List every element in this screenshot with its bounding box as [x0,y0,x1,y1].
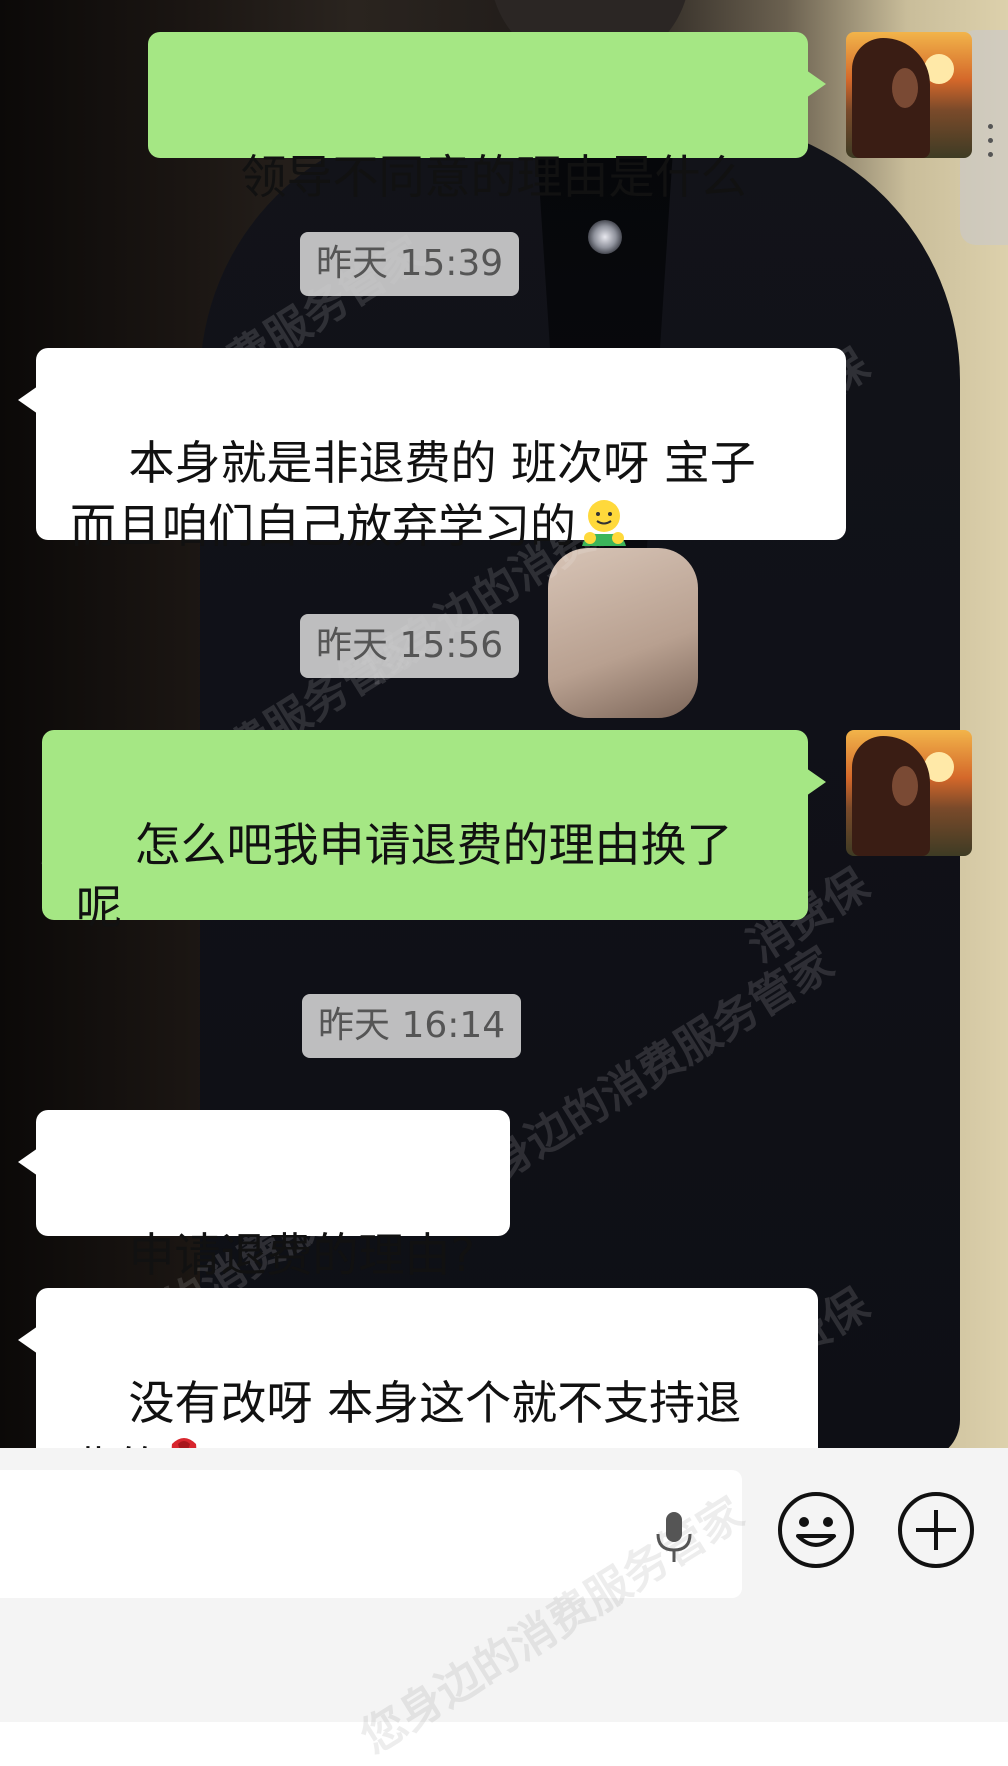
avatar[interactable] [846,32,972,158]
avatar[interactable] [846,730,972,856]
hugging-face-emoji [576,494,632,565]
plus-circle-icon[interactable] [896,1490,976,1570]
timestamp: 昨天 16:14 [302,994,522,1058]
background-brooch [588,220,622,254]
message-input[interactable]: 您身边的消费服务管家 [0,1470,752,1764]
message-bubble-incoming[interactable]: 申请退费的理由? [18,1110,510,1282]
input-bar: 您身边的消费服务管家 [0,1448,1008,1764]
message-text: 领导不同意的理由是什么 [240,150,747,204]
chat-background: 您身边的消费服务管家 您身边的消费服务管家 您身边的消费服务管家 您身边的消费服… [0,0,1008,1448]
timestamp: 昨天 15:39 [300,232,520,296]
message-bubble-incoming[interactable]: 没有改呀 本身这个就不支持退 费的 [18,1288,818,1448]
smiley-icon[interactable] [776,1490,856,1570]
message-text: 本身就是非退费的 班次呀 宝子 而且咱们自己放弃学习的 [70,436,756,553]
message-bubble-outgoing[interactable]: 怎么吧我申请退费的理由换了 呢 [42,730,826,934]
message-bubble-outgoing[interactable]: 领导不同意的理由是什么 [148,32,826,204]
background-hands [548,548,698,718]
rose-emoji [162,1434,206,1448]
message-text: 怎么吧我申请退费的理由换了 呢 [76,818,733,934]
message-text: 申请退费的理由? [128,1228,475,1282]
timestamp: 昨天 15:56 [300,614,520,678]
message-bubble-incoming[interactable]: 本身就是非退费的 班次呀 宝子 而且咱们自己放弃学习的 [18,348,846,553]
microphone-icon[interactable] [654,1510,694,1566]
